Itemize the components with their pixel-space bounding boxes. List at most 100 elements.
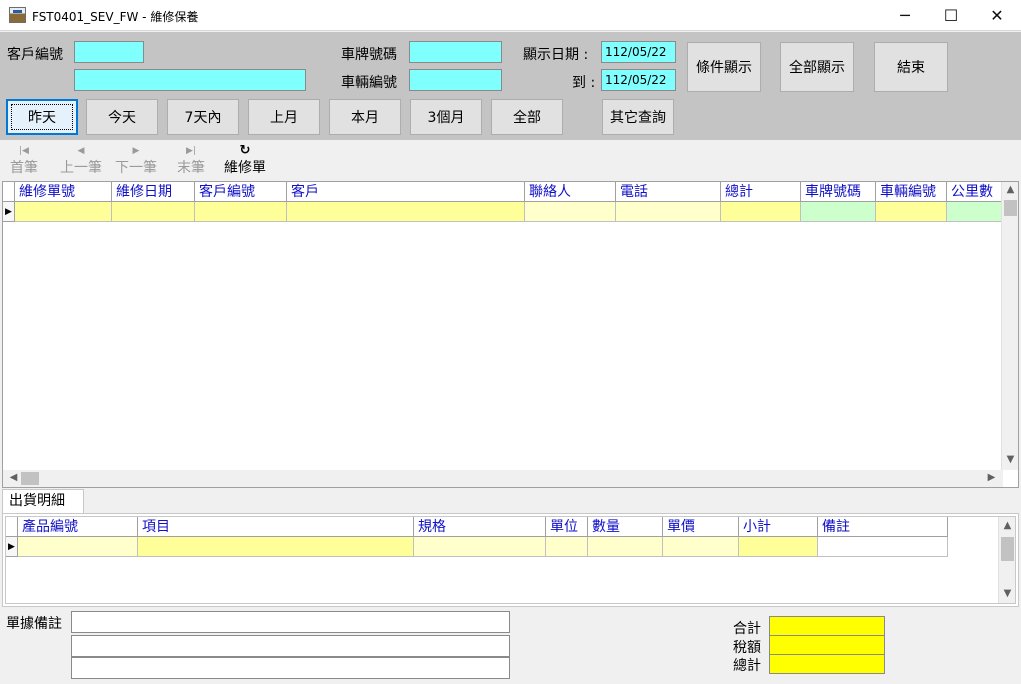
table-cell[interactable] (18, 537, 138, 557)
table-cell[interactable] (138, 537, 414, 557)
condition-display-button[interactable]: 條件顯示 (687, 42, 761, 92)
main-grid[interactable]: 維修單號 維修日期 客戶編號 客戶 聯絡人 電話 總計 車牌號碼 車輛編號 公里… (2, 181, 1019, 488)
vehicle-no-label: 車輛編號 (341, 75, 397, 91)
table-cell[interactable] (947, 202, 1003, 222)
plate-label: 車牌號碼 (341, 47, 397, 63)
col-header-mileage[interactable]: 公里數 (947, 182, 1003, 202)
nav-first-button[interactable]: |◀ 首筆 (10, 145, 38, 177)
last-month-button[interactable]: 上月 (248, 99, 320, 135)
subtotal-label: 合計 (733, 621, 761, 637)
all-button[interactable]: 全部 (491, 99, 563, 135)
col-header-quantity[interactable]: 數量 (588, 517, 663, 537)
nav-next-button[interactable]: ▶ 下一筆 (115, 145, 157, 177)
next-icon: ▶ (132, 146, 140, 156)
table-cell[interactable] (801, 202, 876, 222)
col-header-customer[interactable]: 客戶 (287, 182, 525, 202)
scroll-down-icon[interactable]: ▼ (999, 588, 1015, 599)
plate-input[interactable] (409, 41, 502, 63)
col-header-repair-no[interactable]: 維修單號 (15, 182, 112, 202)
minimize-button[interactable]: ─ (882, 0, 928, 31)
this-month-button[interactable]: 本月 (329, 99, 401, 135)
exit-button[interactable]: 結束 (874, 42, 948, 92)
col-header-unit[interactable]: 單位 (546, 517, 588, 537)
customer-code-label: 客戶編號 (7, 47, 63, 63)
scroll-thumb[interactable] (21, 472, 39, 485)
scroll-thumb[interactable] (1001, 537, 1014, 561)
scroll-up-icon[interactable]: ▲ (1002, 184, 1018, 195)
col-header-total[interactable]: 總計 (721, 182, 801, 202)
main-grid-vscroll[interactable]: ▲ ▼ (1001, 182, 1018, 470)
grid-corner (3, 182, 15, 202)
nav-last-button[interactable]: ▶| 末筆 (177, 145, 205, 177)
detail-grid-vscroll[interactable]: ▲ ▼ (998, 517, 1015, 603)
col-header-product-code[interactable]: 產品編號 (18, 517, 138, 537)
scroll-down-icon[interactable]: ▼ (1002, 454, 1018, 465)
col-header-spec[interactable]: 規格 (414, 517, 546, 537)
col-header-contact[interactable]: 聯絡人 (525, 182, 616, 202)
main-grid-hscroll[interactable]: ◀ ▶ (3, 470, 1003, 487)
date-to-input[interactable]: 112/05/22 (601, 69, 676, 91)
remark-label: 單據備註 (6, 616, 62, 632)
remark-input-2[interactable] (71, 635, 510, 657)
date-from-input[interactable]: 112/05/22 (601, 41, 676, 63)
table-cell[interactable] (15, 202, 112, 222)
table-cell[interactable] (112, 202, 195, 222)
customer-code-input[interactable] (74, 41, 144, 63)
refresh-icon: ↻ (239, 143, 251, 158)
remark-input-1[interactable] (71, 611, 510, 633)
close-button[interactable]: ✕ (974, 0, 1020, 31)
tax-field (769, 635, 885, 655)
tab-shipment-detail[interactable]: 出貨明細 (2, 489, 84, 514)
show-all-button[interactable]: 全部顯示 (780, 42, 854, 92)
col-header-item[interactable]: 項目 (138, 517, 414, 537)
table-cell[interactable] (663, 537, 739, 557)
date-to-label: 到 : (572, 75, 596, 91)
col-header-repair-date[interactable]: 維修日期 (112, 182, 195, 202)
col-header-plate[interactable]: 車牌號碼 (801, 182, 876, 202)
prev-icon: ◀ (77, 146, 85, 156)
col-header-subtotal[interactable]: 小計 (739, 517, 818, 537)
col-header-customer-code[interactable]: 客戶編號 (195, 182, 287, 202)
today-button[interactable]: 今天 (86, 99, 158, 135)
table-cell[interactable] (876, 202, 947, 222)
table-cell[interactable] (721, 202, 801, 222)
skip-last-icon: ▶| (186, 146, 196, 156)
tax-label: 稅額 (733, 640, 761, 656)
table-cell[interactable] (616, 202, 721, 222)
title-bar: FST0401_SEV_FW - 維修保養 ─ ☐ ✕ (0, 0, 1021, 31)
table-cell[interactable] (588, 537, 663, 557)
col-header-remark[interactable]: 備註 (818, 517, 948, 537)
scroll-right-icon[interactable]: ▶ (983, 472, 1000, 483)
nav-refresh-button[interactable]: ↻ 維修單 (224, 143, 266, 177)
table-cell[interactable] (818, 537, 948, 557)
col-header-unit-price[interactable]: 單價 (663, 517, 739, 537)
nav-prev-button[interactable]: ◀ 上一筆 (60, 145, 102, 177)
col-header-vehicle-no[interactable]: 車輛編號 (876, 182, 947, 202)
vehicle-no-input[interactable] (409, 69, 502, 91)
maximize-button[interactable]: ☐ (928, 0, 974, 31)
scroll-thumb[interactable] (1004, 200, 1017, 216)
scroll-up-icon[interactable]: ▲ (999, 520, 1015, 531)
last-7-days-button[interactable]: 7天內 (167, 99, 239, 135)
total-field (769, 654, 885, 674)
yesterday-button[interactable]: 昨天 (6, 99, 78, 135)
total-label: 總計 (733, 658, 761, 674)
window-title: FST0401_SEV_FW - 維修保養 (32, 10, 199, 24)
table-cell[interactable] (546, 537, 588, 557)
detail-grid[interactable]: 產品編號 項目 規格 單位 數量 單價 小計 備註 ▶ ▲ ▼ (5, 516, 1016, 604)
table-cell[interactable] (287, 202, 525, 222)
three-months-button[interactable]: 3個月 (410, 99, 482, 135)
subtotal-field (769, 616, 885, 636)
row-indicator: ▶ (6, 537, 18, 557)
table-cell[interactable] (414, 537, 546, 557)
row-indicator: ▶ (3, 202, 15, 222)
table-cell[interactable] (525, 202, 616, 222)
scroll-left-icon[interactable]: ◀ (5, 472, 22, 483)
customer-name-input[interactable] (74, 69, 306, 91)
table-cell[interactable] (739, 537, 818, 557)
date-from-label: 顯示日期 : (523, 47, 589, 63)
remark-input-3[interactable] (71, 657, 510, 679)
col-header-phone[interactable]: 電話 (616, 182, 721, 202)
table-cell[interactable] (195, 202, 287, 222)
other-query-button[interactable]: 其它查詢 (602, 99, 674, 135)
